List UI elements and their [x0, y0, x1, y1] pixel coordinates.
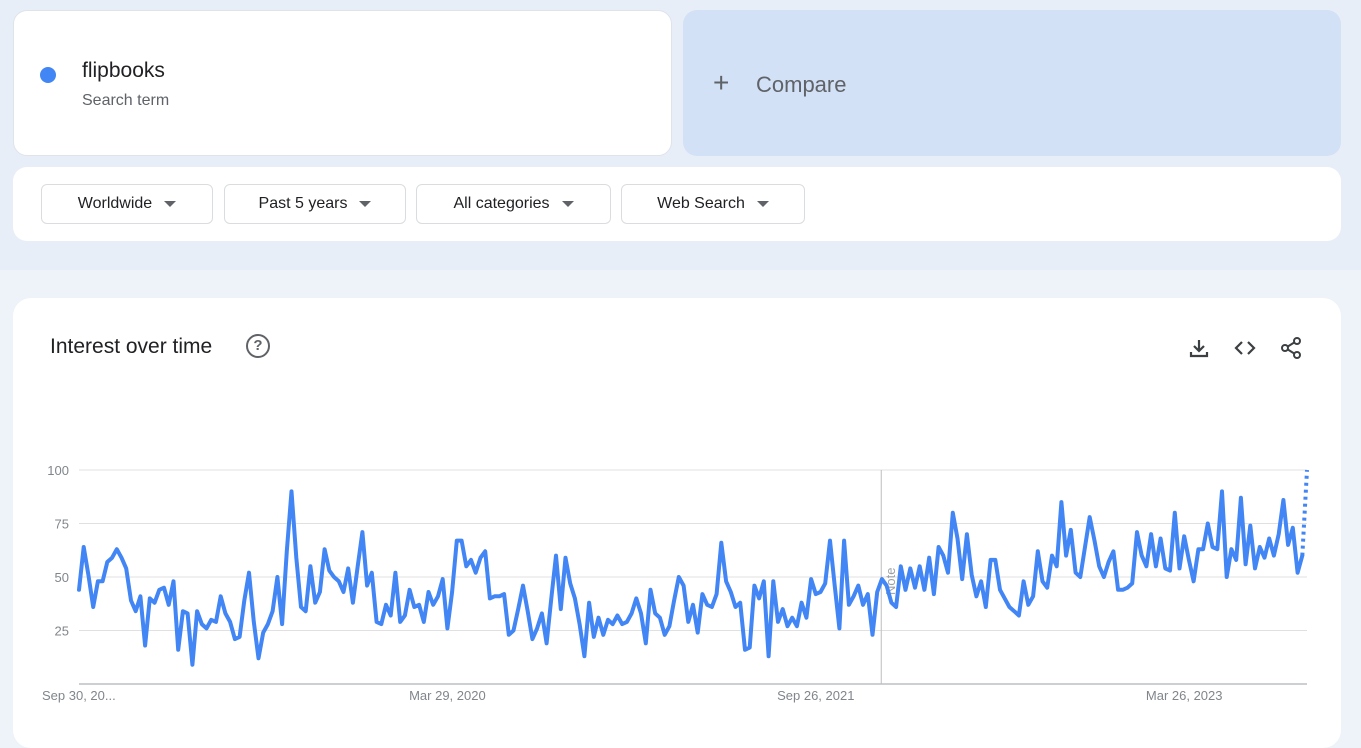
series-color-dot — [40, 67, 56, 83]
filter-time-range-label: Past 5 years — [258, 195, 348, 212]
series-line — [77, 489, 1305, 667]
filter-region-dropdown[interactable]: Worldwide — [41, 184, 213, 224]
y-tick-label: 25 — [55, 624, 69, 639]
x-tick-label: Mar 26, 2023 — [1146, 688, 1223, 703]
y-tick-label: 100 — [47, 463, 69, 478]
filter-region-label: Worldwide — [77, 195, 153, 212]
partial-data-line — [1300, 469, 1309, 556]
filter-category-label: All categories — [453, 195, 550, 212]
dropdown-caret-icon — [164, 201, 177, 207]
x-tick-label: Sep 26, 2021 — [777, 688, 854, 703]
x-tick-label: Sep 30, 20... — [42, 688, 116, 703]
search-term-subtitle: Search term — [82, 92, 170, 109]
filter-category-dropdown[interactable]: All categories — [416, 184, 611, 224]
search-term-card[interactable]: flipbooks Search term — [13, 10, 672, 156]
dropdown-caret-icon — [359, 201, 372, 207]
dropdown-caret-icon — [756, 201, 769, 207]
filters-bar: Worldwide Past 5 years All categories We… — [13, 167, 1341, 241]
interest-chart: 25 50 75 100 Sep 30, 20... Mar 29, 2020 Sep 26… — [42, 463, 1309, 703]
filter-search-type-dropdown[interactable]: Web Search — [621, 184, 805, 224]
interest-over-time-card: Interest over time ? 25 50 75 100 Sep 30, 20… — [13, 298, 1341, 748]
compare-button[interactable]: + Compare — [683, 10, 1341, 156]
plus-icon: + — [713, 67, 730, 98]
x-tick-label: Mar 29, 2020 — [409, 688, 486, 703]
filter-search-type-label: Web Search — [657, 195, 745, 212]
search-term-name[interactable]: flipbooks — [82, 59, 165, 83]
y-tick-label: 50 — [55, 570, 69, 585]
filter-time-range-dropdown[interactable]: Past 5 years — [224, 184, 406, 224]
dropdown-caret-icon — [561, 201, 574, 207]
compare-label: Compare — [756, 72, 847, 97]
y-tick-label: 75 — [55, 517, 69, 532]
